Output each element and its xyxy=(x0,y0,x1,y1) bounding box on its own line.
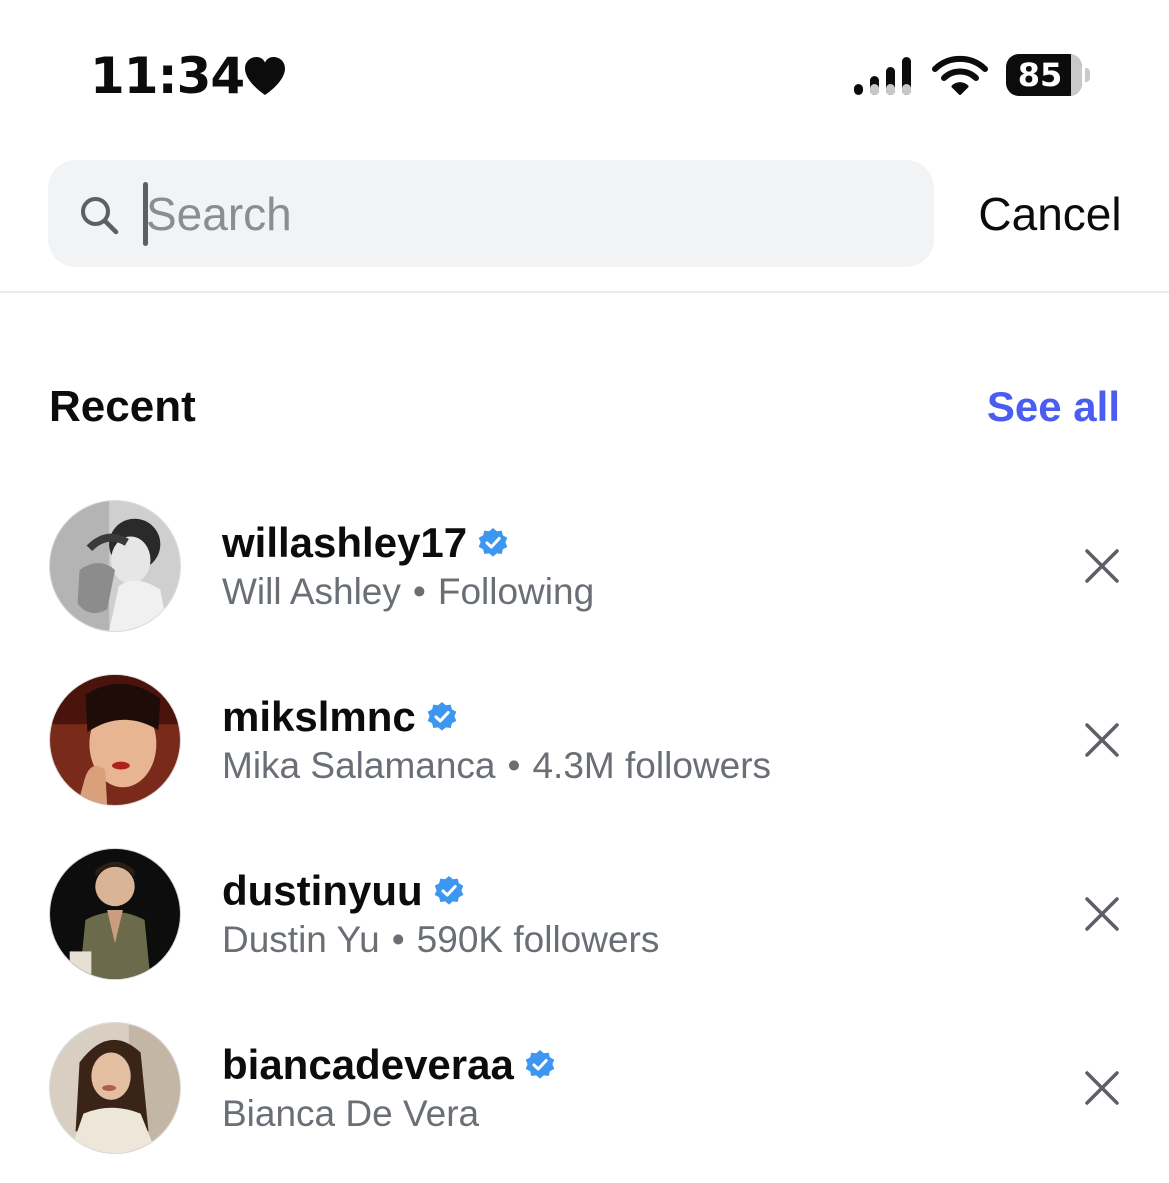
search-icon xyxy=(81,197,119,235)
battery-icon: 85 xyxy=(1006,54,1090,98)
avatar[interactable] xyxy=(49,1022,181,1154)
username: dustinyuu xyxy=(222,867,423,914)
verified-badge-icon xyxy=(427,702,457,731)
username: biancadeveraa xyxy=(222,1041,514,1088)
avatar[interactable] xyxy=(49,674,181,806)
close-icon[interactable] xyxy=(1076,540,1128,592)
profile-photo xyxy=(50,849,180,979)
list-item[interactable]: dustinyuu Dustin Yu • 590K followers xyxy=(0,828,1169,1002)
follower-count: 4.3M followers xyxy=(532,745,772,786)
heart-icon xyxy=(245,57,285,95)
profile-photo xyxy=(50,1023,180,1153)
header-divider xyxy=(0,291,1169,293)
list-item[interactable]: biancadeveraa Bianca De Vera xyxy=(0,1002,1169,1176)
separator-dot: • xyxy=(507,745,521,786)
username: willashley17 xyxy=(222,519,468,566)
subtitle: Bianca De Vera xyxy=(222,1092,479,1136)
subtitle: Dustin Yu • 590K followers xyxy=(222,918,659,962)
profile-photo xyxy=(50,501,180,631)
username: mikslmnc xyxy=(222,693,416,740)
subtitle: Mika Salamanca • 4.3M followers xyxy=(222,744,771,788)
cellular-signal-icon xyxy=(854,57,911,95)
verified-badge-icon xyxy=(478,528,508,557)
full-name: Mika Salamanca xyxy=(222,745,496,786)
subtitle: Will Ashley • Following xyxy=(222,570,594,614)
close-icon[interactable] xyxy=(1076,1062,1128,1114)
follower-count: 590K followers xyxy=(416,919,660,960)
avatar[interactable] xyxy=(49,848,181,980)
status-time: 11:34 xyxy=(90,47,245,105)
search-input[interactable] xyxy=(146,170,906,258)
verified-badge-icon xyxy=(434,876,463,905)
status-bar: 11:34 85 xyxy=(0,0,1169,140)
battery-level: 85 xyxy=(1017,56,1063,94)
relationship-status: Following xyxy=(437,571,595,612)
username-row: biancadeveraa xyxy=(222,1040,556,1090)
avatar[interactable] xyxy=(49,500,181,632)
close-icon[interactable] xyxy=(1076,714,1128,766)
username-row: dustinyuu xyxy=(222,866,465,916)
full-name: Will Ashley xyxy=(222,571,401,612)
username-row: willashley17 xyxy=(222,518,509,568)
separator-dot: • xyxy=(412,571,426,612)
profile-photo xyxy=(50,675,180,805)
section-title-recent: Recent xyxy=(49,382,196,431)
cancel-button[interactable]: Cancel xyxy=(960,184,1140,244)
list-item[interactable]: willashley17 Will Ashley • Following xyxy=(0,480,1169,654)
battery-body: 85 xyxy=(1006,54,1082,96)
verified-badge-icon xyxy=(525,1050,555,1079)
close-icon[interactable] xyxy=(1076,888,1128,940)
username-row: mikslmnc xyxy=(222,692,458,742)
wifi-icon xyxy=(932,55,988,95)
see-all-link[interactable]: See all xyxy=(960,378,1120,436)
list-item[interactable]: mikslmnc Mika Salamanca • 4.3M followers xyxy=(0,654,1169,828)
full-name: Dustin Yu xyxy=(222,919,380,960)
separator-dot: • xyxy=(391,919,405,960)
battery-tip xyxy=(1085,68,1090,82)
full-name: Bianca De Vera xyxy=(222,1093,480,1134)
recent-list: willashley17 Will Ashley • Following mik… xyxy=(0,480,1169,1176)
